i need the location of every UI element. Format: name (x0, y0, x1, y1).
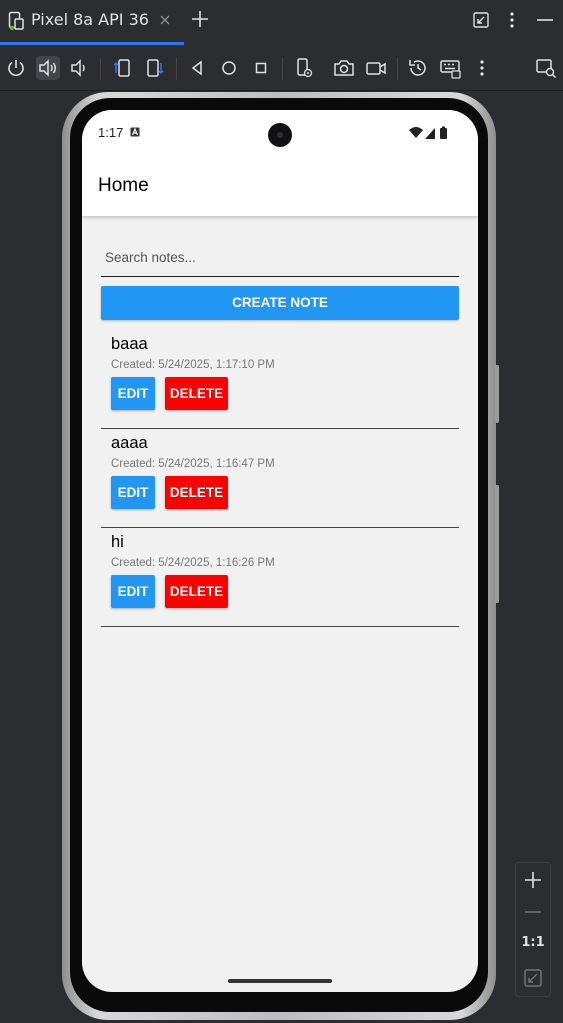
search-field (101, 240, 459, 277)
notification-icon (130, 127, 140, 137)
title-bar: Pixel 8a API 36 (0, 0, 563, 46)
display-icon[interactable] (534, 56, 558, 80)
keyboard-icon[interactable] (438, 56, 462, 80)
note-created-date: Created: 5/24/2025, 1:17:10 PM (111, 359, 275, 371)
phone-screen: 1:17 Home CREATE NOTE baaa Created: 5/24… (82, 110, 478, 992)
rotate-left-icon[interactable] (110, 56, 134, 80)
front-camera (268, 123, 292, 147)
toolbar-separator (397, 58, 398, 80)
note-title: hi (111, 533, 124, 551)
delete-button[interactable]: DELETE (165, 377, 228, 410)
more-options-icon[interactable] (502, 10, 522, 30)
edit-button[interactable]: EDIT (111, 575, 155, 608)
more-icon[interactable] (470, 56, 494, 80)
note-title: aaaa (111, 434, 148, 452)
restore-window-icon[interactable] (471, 10, 491, 30)
zoom-in-icon[interactable] (521, 868, 545, 892)
note-created-date: Created: 5/24/2025, 1:16:26 PM (111, 557, 275, 569)
zoom-out-icon[interactable] (521, 900, 545, 924)
edit-button[interactable]: EDIT (111, 476, 155, 509)
note-item: baaa Created: 5/24/2025, 1:17:10 PM EDIT… (101, 329, 459, 429)
toolbar-separator (282, 58, 283, 80)
volume-down-icon[interactable] (67, 56, 91, 80)
create-note-button[interactable]: CREATE NOTE (101, 286, 459, 320)
note-item: aaaa Created: 5/24/2025, 1:16:47 PM EDIT… (101, 428, 459, 528)
battery-icon (440, 128, 447, 139)
status-time: 1:17 (98, 125, 124, 140)
device-icon (8, 11, 24, 31)
zoom-panel: 1:1 (515, 862, 551, 997)
screen-record-icon[interactable] (364, 56, 388, 80)
signal-icon (425, 128, 435, 139)
active-tab-indicator (0, 42, 184, 45)
device-tab[interactable]: Pixel 8a API 36 (0, 0, 184, 46)
volume-key (495, 365, 499, 423)
delete-button[interactable]: DELETE (165, 476, 228, 509)
overview-icon[interactable] (249, 56, 273, 80)
screenshot-icon[interactable] (332, 56, 356, 80)
add-tab-icon[interactable] (190, 9, 210, 29)
note-title: baaa (111, 335, 148, 353)
back-icon[interactable] (185, 56, 209, 80)
edit-button[interactable]: EDIT (111, 377, 155, 410)
volume-up-icon[interactable] (36, 56, 60, 80)
emulator-toolbar (0, 46, 563, 91)
status-icons (409, 126, 447, 139)
status-bar: 1:17 (82, 110, 478, 156)
home-icon[interactable] (217, 56, 241, 80)
close-icon[interactable] (157, 12, 173, 28)
power-key (495, 485, 499, 603)
toolbar-separator (100, 58, 101, 80)
wifi-icon (409, 127, 423, 138)
tab-title: Pixel 8a API 36 (31, 10, 149, 29)
fit-screen-icon[interactable] (521, 966, 545, 990)
note-created-date: Created: 5/24/2025, 1:16:47 PM (111, 458, 275, 470)
power-icon[interactable] (4, 56, 28, 80)
page-title: Home (98, 175, 149, 196)
gesture-home-bar[interactable] (228, 979, 332, 983)
delete-button[interactable]: DELETE (165, 575, 228, 608)
snapshot-icon[interactable] (406, 56, 430, 80)
toolbar-separator (176, 58, 177, 80)
minimize-icon[interactable] (535, 10, 555, 30)
search-input[interactable] (101, 240, 459, 274)
device-settings-icon[interactable] (292, 56, 316, 80)
rotate-right-icon[interactable] (143, 56, 167, 80)
app-bar: Home (82, 156, 478, 216)
zoom-actual-size[interactable]: 1:1 (516, 935, 550, 950)
note-item: hi Created: 5/24/2025, 1:16:26 PM EDIT D… (101, 527, 459, 627)
